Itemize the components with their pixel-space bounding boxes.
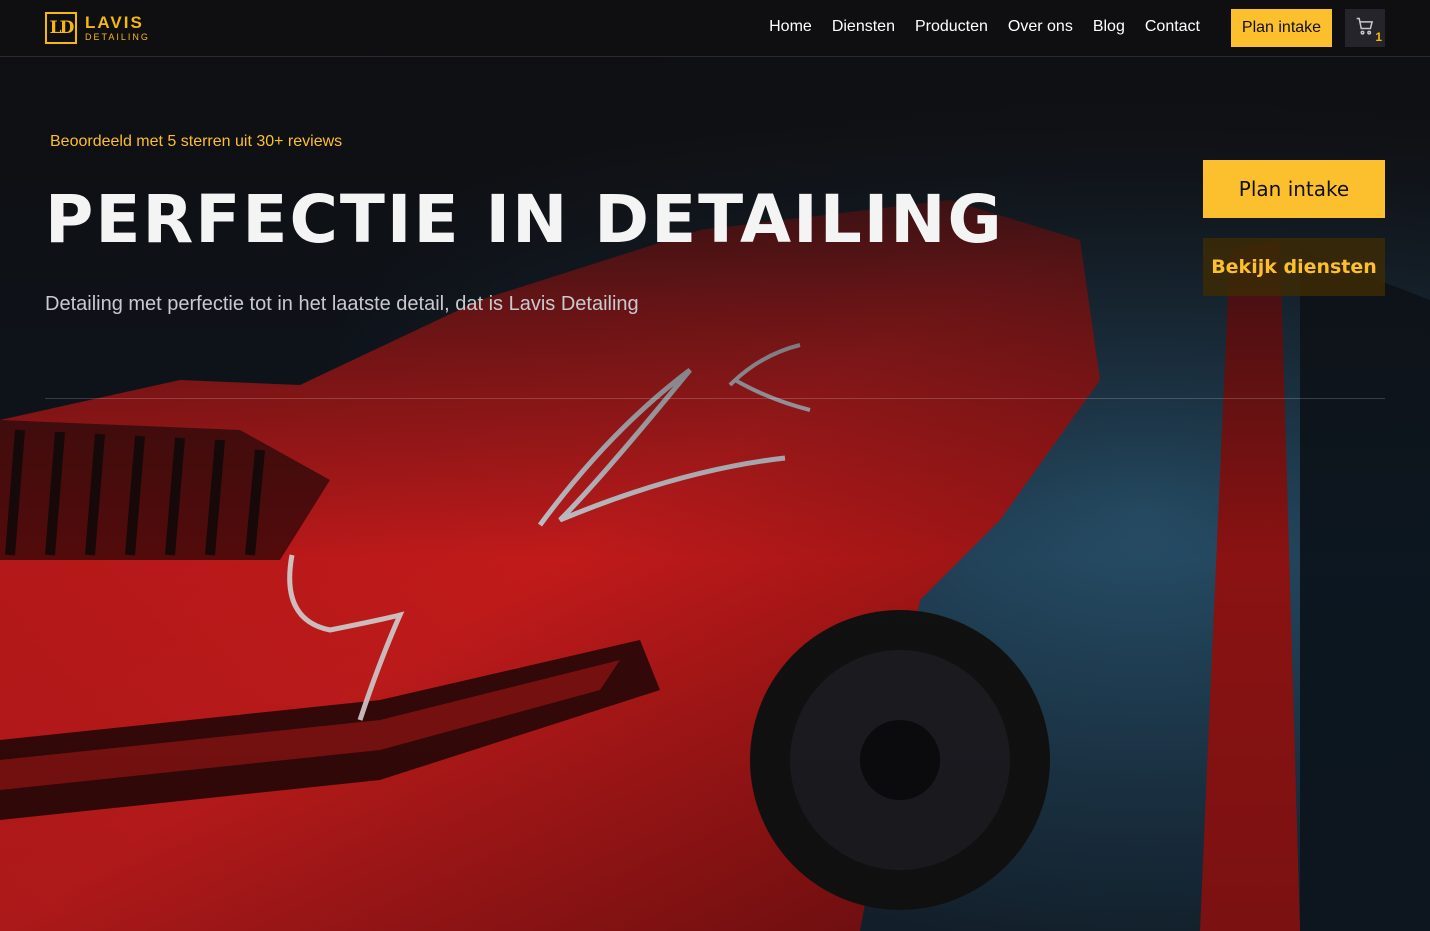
nav-item-blog[interactable]: Blog [1093,18,1125,36]
logo-name: LAVIS [85,13,144,32]
logo-text: LAVIS DETAILING [85,14,150,42]
hero-divider [45,398,1385,399]
hero-title: PERFECTIE IN DETAILING [45,181,1004,258]
header-plan-intake-button[interactable]: Plan intake [1231,9,1332,47]
plan-intake-button[interactable]: Plan intake [1203,160,1385,218]
cart-icon [1355,16,1375,40]
site-header: LD LAVIS DETAILING Home Diensten Product… [0,0,1430,57]
cart-button[interactable]: 1 [1345,9,1385,47]
hero-subtitle: Detailing met perfectie tot in het laats… [45,293,639,315]
nav-item-home[interactable]: Home [769,18,812,36]
rating-text: Beoordeeld met 5 sterren uit 30+ reviews [50,133,343,150]
nav-item-diensten[interactable]: Diensten [832,18,895,36]
brand-logo[interactable]: LD LAVIS DETAILING [45,12,150,44]
nav-item-contact[interactable]: Contact [1145,18,1200,36]
nav-item-over-ons[interactable]: Over ons [1008,18,1073,36]
logo-mark-icon: LD [45,12,77,44]
logo-subtitle: DETAILING [85,32,150,42]
main-nav: Home Diensten Producten Over ons Blog Co… [769,18,1200,36]
view-services-button[interactable]: Bekijk diensten [1203,238,1385,296]
cart-count-badge: 1 [1375,30,1382,44]
nav-item-producten[interactable]: Producten [915,18,988,36]
